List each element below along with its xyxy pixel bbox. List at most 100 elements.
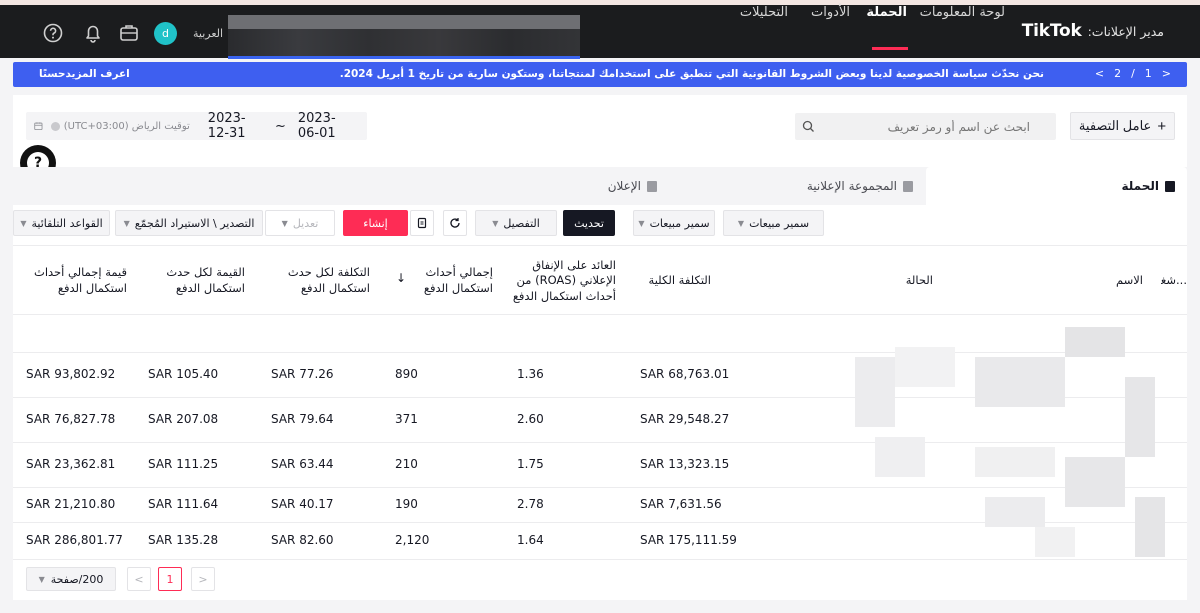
filter-button[interactable]: + عامل التصفية [1070, 112, 1175, 140]
auto-rules-select[interactable]: القواعد التلقائية ▼ [13, 210, 110, 236]
smart-bid-2-label: سمير مبيعات [649, 216, 710, 230]
chevron-down-icon: ▼ [492, 218, 499, 228]
smart-bid-1-label: سمير مبيعات [749, 216, 810, 230]
col-name[interactable]: الاسم [1083, 246, 1143, 316]
cell-value-per: SAR 135.28 [148, 533, 219, 547]
cell-events: 890 [395, 367, 418, 381]
learn-more-link[interactable]: اعرف المزيدحسنًا [39, 68, 130, 80]
nav-dashboard[interactable]: لوحة المعلومات [920, 5, 1005, 20]
date-range-picker[interactable]: (UTC+03:00) توقيت الرياض 2023-12-31 ~ 20… [26, 111, 367, 141]
chevron-down-icon: ▼ [123, 218, 130, 228]
nav-active-underline [872, 47, 908, 50]
cell-cost-per: SAR 40.17 [271, 497, 334, 511]
chevron-down-icon: ▼ [38, 574, 45, 584]
cell-events: 371 [395, 412, 418, 426]
page-size-label: 200/صفحة [50, 572, 104, 586]
edit-label: تعديل [292, 216, 319, 230]
cell-total-cost: SAR 29,548.27 [640, 412, 730, 426]
col-value-per-event[interactable]: القيمة لكل حدث استكمال الدفع [145, 246, 245, 316]
cell-cost-per: SAR 79.64 [271, 412, 334, 426]
cell-total-value: SAR 23,362.81 [26, 457, 116, 471]
search-input[interactable] [795, 113, 1056, 140]
date-separator: ~ [274, 118, 286, 134]
announcement-message: نحن نحدّث سياسة الخصوصية لدينا وبعض الشر… [339, 68, 1044, 80]
cell-events: 190 [395, 497, 418, 511]
create-button[interactable]: إنشاء [343, 210, 408, 236]
nav-analytics[interactable]: التحليلات [740, 5, 788, 20]
sort-desc-icon[interactable]: ↓ [396, 271, 406, 285]
copy-button[interactable] [410, 210, 434, 236]
help-circle-icon[interactable] [42, 22, 64, 44]
logo-brand: TikTok [1021, 21, 1082, 41]
avatar[interactable]: d [154, 22, 177, 45]
col-total-cost[interactable]: التكلفة الكلية [631, 246, 711, 316]
date-end: 2023-12-31 [207, 111, 246, 141]
page-size-select[interactable]: 200/صفحة ▼ [26, 567, 116, 591]
tab-ad-group-label: المجموعة الإعلانية [806, 179, 897, 193]
tab-campaign[interactable]: الحملة [926, 167, 1187, 205]
col-status[interactable]: الحالة [873, 246, 933, 316]
chevron-down-icon: ▼ [20, 218, 27, 228]
tab-ad-group[interactable]: المجموعة الإعلانية [803, 167, 913, 205]
export-import-select[interactable]: التصدير \ الاستيراد المُجمّع ▼ [115, 210, 263, 236]
cell-total-value: SAR 76,827.78 [26, 412, 116, 426]
cell-events: 210 [395, 457, 418, 471]
update-button-label: تحديث [574, 216, 604, 230]
date-start: 2023-06-01 [297, 111, 336, 141]
pagination-prev[interactable]: < [127, 567, 151, 591]
tiktok-ads-logo[interactable]: مدير الإعلانات: TikTok [1022, 21, 1164, 41]
col-total-value[interactable]: قيمة إجمالي أحداث استكمال الدفع [17, 246, 127, 316]
tab-ad[interactable]: الإعلان [597, 167, 657, 205]
briefcase-icon[interactable] [118, 22, 140, 44]
nav-tools[interactable]: الأدوات [811, 5, 850, 20]
announcement-page-total: 2 [1114, 67, 1122, 80]
edit-select[interactable]: تعديل ▼ [265, 210, 335, 236]
col-total-events[interactable]: إجمالي أحداث استكمال الدفع [403, 246, 493, 316]
logo-subtitle: مدير الإعلانات: [1087, 24, 1164, 39]
language-switch[interactable]: العربية [193, 27, 223, 40]
cell-total-value: SAR 286,801.77 [26, 533, 123, 547]
copy-icon [417, 217, 427, 229]
tab-ad-label: الإعلان [607, 179, 641, 193]
ad-icon [647, 180, 657, 192]
timezone-label: (UTC+03:00) توقيت الرياض [50, 120, 190, 132]
cell-roas: 1.36 [517, 367, 544, 381]
redacted-account-name [228, 15, 580, 59]
col-op[interactable]: شغي... [1161, 246, 1187, 316]
refresh-button[interactable] [443, 210, 467, 236]
refresh-icon [450, 218, 460, 228]
redacted-names-area [835, 317, 1187, 565]
pagination-current[interactable]: 1 [158, 567, 182, 591]
nav-campaign[interactable]: الحملة [866, 5, 907, 20]
cell-events: 2,120 [395, 533, 430, 547]
pagination-next[interactable]: > [191, 567, 215, 591]
cell-total-value: SAR 93,802.92 [26, 367, 116, 381]
calendar-icon [34, 122, 43, 131]
announcement-pager: < 2 / 1 > [1095, 67, 1171, 80]
breakdown-select[interactable]: التفصيل ▼ [475, 210, 557, 236]
announcement-page-sep: / [1131, 67, 1135, 80]
cell-roas: 1.64 [517, 533, 544, 547]
cell-roas: 2.60 [517, 412, 544, 426]
plus-icon: + [1157, 117, 1167, 135]
export-import-label: التصدير \ الاستيراد المُجمّع [134, 216, 255, 230]
smart-bid-select-2[interactable]: سمير مبيعات ▼ [633, 210, 715, 236]
tab-campaign-label: الحملة [1121, 179, 1160, 193]
cell-value-per: SAR 111.64 [148, 497, 219, 511]
table-header: شغي... الاسم الحالة التكلفة الكلية العائ… [13, 245, 1187, 315]
announcement-next[interactable]: > [1162, 67, 1171, 80]
col-roas[interactable]: العائد على الإنفاق الإعلاني (ROAS) من أح… [511, 246, 616, 316]
col-cost-per-event[interactable]: التكلفة لكل حدث استكمال الدفع [275, 246, 370, 316]
bell-icon[interactable] [82, 22, 104, 44]
smart-bid-select-1[interactable]: سمير مبيعات ▼ [723, 210, 824, 236]
search-icon [802, 120, 814, 132]
cell-total-cost: SAR 7,631.56 [640, 497, 722, 511]
cell-total-value: SAR 21,210.80 [26, 497, 116, 511]
chevron-down-icon: ▼ [638, 218, 645, 228]
timezone-text: (UTC+03:00) توقيت الرياض [63, 120, 190, 132]
cell-total-cost: SAR 68,763.01 [640, 367, 730, 381]
announcement-prev[interactable]: < [1095, 67, 1104, 80]
chevron-down-icon: ▼ [281, 218, 288, 228]
update-button[interactable]: تحديث [563, 210, 615, 236]
create-button-label: إنشاء [363, 216, 388, 230]
